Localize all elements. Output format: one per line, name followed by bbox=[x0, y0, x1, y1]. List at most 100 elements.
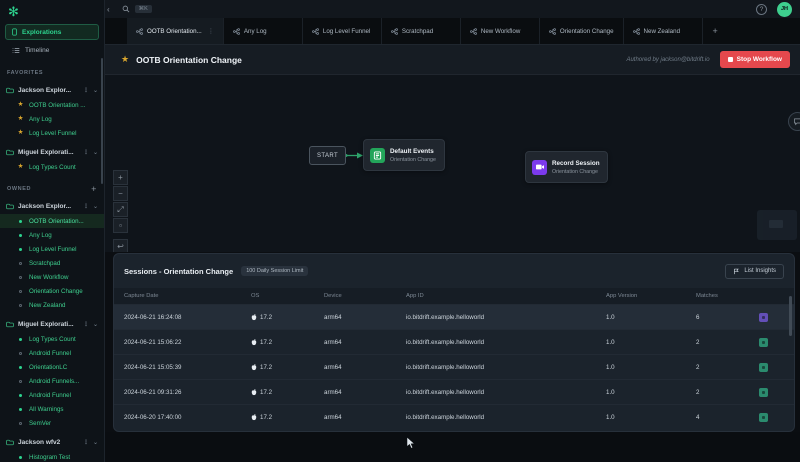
search-bar[interactable]: ⌘K bbox=[122, 5, 756, 13]
sidebar-workflow-item[interactable]: Android Funnel bbox=[0, 346, 104, 360]
folder-menu-icon[interactable]: ⋮ bbox=[83, 439, 89, 446]
sidebar-workflow-item[interactable]: SemVer bbox=[0, 416, 104, 430]
sidebar-workflow-item[interactable]: Log Types Count bbox=[0, 332, 104, 346]
item-icon bbox=[17, 304, 24, 307]
apple-icon bbox=[251, 389, 257, 396]
item-icon bbox=[17, 338, 24, 341]
app-version-cell: 1.0 bbox=[606, 339, 696, 346]
canvas-extra-button[interactable]: ↩ bbox=[113, 239, 128, 252]
workflow-tab[interactable]: New Workflow bbox=[460, 18, 539, 44]
workflow-canvas[interactable]: + − ⤢ ▫ ↩ START Default Events Orientati… bbox=[105, 75, 800, 252]
session-replay-icon[interactable] bbox=[759, 413, 768, 422]
tab-menu-icon[interactable]: ⋮ bbox=[208, 28, 214, 35]
default-events-node[interactable]: Default Events Orientation Change bbox=[363, 139, 445, 171]
sidebar-workflow-item[interactable]: All Warnings bbox=[0, 402, 104, 416]
workflow-tab[interactable]: Scratchpad bbox=[381, 18, 460, 44]
session-replay-icon[interactable] bbox=[759, 313, 768, 322]
sidebar-workflow-item[interactable]: Android Funnel bbox=[0, 388, 104, 402]
topbar: ‹ ⌘K ? JH bbox=[105, 0, 800, 18]
table-scrollbar[interactable] bbox=[789, 296, 792, 336]
workflow-dot-icon bbox=[19, 380, 22, 383]
list-insights-button[interactable]: List Insights bbox=[725, 264, 784, 279]
sidebar-workflow-item[interactable]: Android Funnels... bbox=[0, 374, 104, 388]
sessions-header: Sessions - Orientation Change 100 Daily … bbox=[114, 254, 794, 288]
workflow-tab[interactable]: Any Log bbox=[223, 18, 302, 44]
zoom-out-button[interactable]: − bbox=[113, 186, 128, 201]
lock-canvas-button[interactable]: ▫ bbox=[113, 218, 128, 233]
zoom-in-button[interactable]: + bbox=[113, 170, 128, 185]
sidebar-scrollbar[interactable] bbox=[101, 58, 103, 184]
sidebar-workflow-item[interactable]: Orientation Change bbox=[0, 284, 104, 298]
star-icon: ★ bbox=[17, 102, 24, 109]
collapse-sidebar-icon[interactable]: ‹ bbox=[107, 5, 110, 14]
stop-icon bbox=[728, 57, 733, 62]
sidebar-workflow-item[interactable]: Scratchpad bbox=[0, 256, 104, 270]
sidebar-workflow-item[interactable]: New Workflow bbox=[0, 270, 104, 284]
sidebar-folder[interactable]: Jackson Explor... ⋮ ⌄ bbox=[0, 83, 104, 98]
comments-button[interactable] bbox=[788, 112, 800, 131]
os-cell: 17.2 bbox=[251, 314, 324, 321]
sidebar-workflow-item[interactable]: New Zealand bbox=[0, 298, 104, 312]
session-replay-icon[interactable] bbox=[759, 338, 768, 347]
sidebar-workflow-item[interactable]: Any Log bbox=[0, 228, 104, 242]
workflow-dot-icon bbox=[19, 338, 22, 341]
item-icon bbox=[17, 234, 24, 237]
column-header: OS bbox=[251, 293, 324, 299]
start-node[interactable]: START bbox=[309, 146, 346, 165]
sidebar-workflow-item[interactable]: OrientationLC bbox=[0, 360, 104, 374]
sidebar-workflow-item[interactable]: ★ Any Log bbox=[0, 112, 104, 126]
sidebar-workflow-item[interactable]: ★ Log Level Funnel bbox=[0, 126, 104, 140]
folder-menu-icon[interactable]: ⋮ bbox=[83, 149, 89, 156]
matches-cell: 2 bbox=[696, 339, 759, 346]
workflow-dot-icon bbox=[19, 352, 22, 355]
chevron-down-icon[interactable]: ⌄ bbox=[93, 87, 98, 94]
folder-menu-icon[interactable]: ⋮ bbox=[83, 203, 89, 210]
chevron-down-icon[interactable]: ⌄ bbox=[93, 203, 98, 210]
canvas-minimap[interactable] bbox=[757, 210, 797, 240]
workflow-tab[interactable]: New Zealand bbox=[623, 18, 702, 44]
sidebar-workflow-item[interactable]: Log Level Funnel bbox=[0, 242, 104, 256]
sidebar-item-timeline[interactable]: Timeline bbox=[5, 42, 99, 58]
item-label: Android Funnel bbox=[29, 392, 71, 399]
sidebar-folder[interactable]: Jackson wfv2 ⋮ ⌄ bbox=[0, 435, 104, 450]
session-row[interactable]: 2024-06-21 15:05:39 17.2 arm64 io.bitdri… bbox=[114, 354, 794, 379]
item-label: Histogram Test bbox=[29, 454, 70, 461]
sidebar-workflow-item[interactable]: Histogram Test bbox=[0, 450, 104, 462]
sidebar-folder[interactable]: Miguel Explorati... ⋮ ⌄ bbox=[0, 317, 104, 332]
help-button[interactable]: ? bbox=[756, 4, 767, 15]
session-row[interactable]: 2024-06-21 09:31:26 17.2 arm64 io.bitdri… bbox=[114, 379, 794, 404]
stop-workflow-button[interactable]: Stop Workflow bbox=[720, 51, 790, 68]
item-icon bbox=[17, 408, 24, 411]
session-row[interactable]: 2024-06-21 16:24:08 17.2 arm64 io.bitdri… bbox=[114, 304, 794, 329]
session-replay-icon[interactable] bbox=[759, 363, 768, 372]
session-row[interactable]: 2024-06-20 17:40:00 17.2 arm64 io.bitdri… bbox=[114, 404, 794, 429]
session-row[interactable]: 2024-06-21 15:06:22 17.2 arm64 io.bitdri… bbox=[114, 329, 794, 354]
sidebar-workflow-item[interactable]: OOTB Orientation... bbox=[0, 214, 104, 228]
workflow-tab[interactable]: Orientation Change bbox=[539, 18, 623, 44]
chevron-down-icon[interactable]: ⌄ bbox=[93, 321, 98, 328]
workflow-tab[interactable]: OOTB Orientation... ⋮ bbox=[127, 18, 223, 44]
workflow-icon bbox=[136, 28, 143, 35]
os-cell: 17.2 bbox=[251, 339, 324, 346]
folder-menu-icon[interactable]: ⋮ bbox=[83, 87, 89, 94]
chevron-down-icon[interactable]: ⌄ bbox=[93, 439, 98, 446]
workflow-tab[interactable]: Log Level Funnel bbox=[302, 18, 381, 44]
sidebar-workflow-item[interactable]: ★ OOTB Orientation ... bbox=[0, 98, 104, 112]
workflow-dot-icon bbox=[19, 366, 22, 369]
folder-menu-icon[interactable]: ⋮ bbox=[83, 321, 89, 328]
fit-view-button[interactable]: ⤢ bbox=[113, 202, 128, 217]
add-folder-button[interactable]: + bbox=[91, 184, 97, 194]
sidebar-workflow-item[interactable]: ★ Log Types Count bbox=[0, 160, 104, 174]
add-tab-button[interactable]: + bbox=[702, 18, 728, 44]
workflow-dot-icon bbox=[19, 304, 22, 307]
record-session-node[interactable]: Record Session Orientation Change bbox=[525, 151, 608, 183]
sidebar-item-explorations[interactable]: Explorations bbox=[5, 24, 99, 40]
sidebar-folder[interactable]: Miguel Explorati... ⋮ ⌄ bbox=[0, 145, 104, 160]
item-icon bbox=[17, 456, 24, 459]
item-icon bbox=[17, 380, 24, 383]
session-replay-icon[interactable] bbox=[759, 388, 768, 397]
chevron-down-icon[interactable]: ⌄ bbox=[93, 149, 98, 156]
sidebar-folder[interactable]: Jackson Explor... ⋮ ⌄ bbox=[0, 199, 104, 214]
avatar[interactable]: JH bbox=[777, 2, 792, 17]
favorite-star-icon[interactable]: ★ bbox=[121, 54, 129, 65]
